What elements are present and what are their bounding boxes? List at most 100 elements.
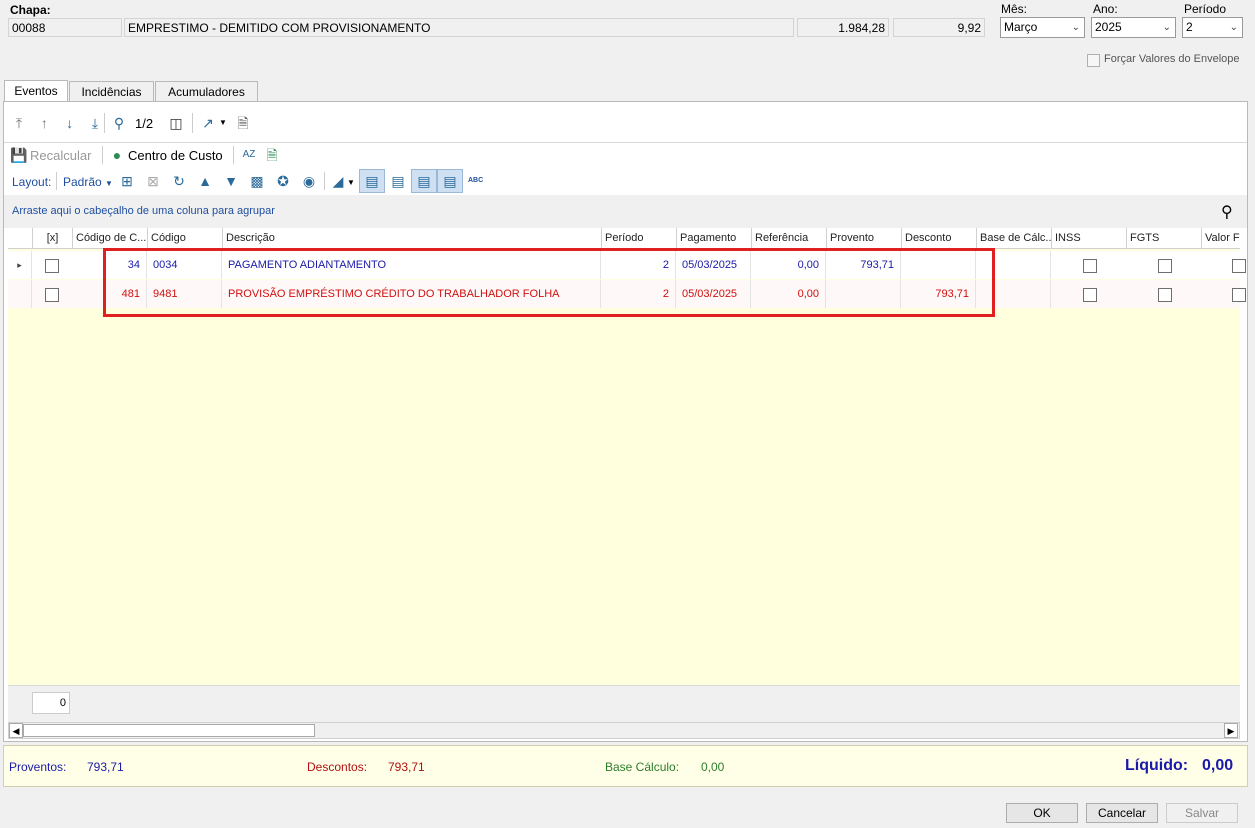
employee-name-field: EMPRESTIMO - DEMITIDO COM PROVISIONAMENT… xyxy=(124,18,794,37)
toolbar-divider xyxy=(104,113,105,133)
scroll-right-icon[interactable]: ▶ xyxy=(1224,723,1238,738)
toolbar-divider xyxy=(233,146,234,164)
layout-full-button[interactable]: ▤ xyxy=(437,169,463,193)
liquido-label: Líquido: xyxy=(1125,757,1189,774)
tab-incidencias[interactable]: Incidências xyxy=(69,81,154,102)
scrollbar-thumb[interactable] xyxy=(23,724,315,737)
descontos-label: Descontos: xyxy=(307,760,368,774)
toolbar-divider xyxy=(102,146,103,164)
tab-eventos[interactable]: Eventos xyxy=(4,80,68,102)
column-header-desconto[interactable]: Desconto xyxy=(901,228,976,248)
group-hint: Arraste aqui o cabeçalho de uma coluna p… xyxy=(12,205,275,217)
ano-label: Ano: xyxy=(1093,2,1118,16)
column-header-periodo[interactable]: Período xyxy=(601,228,676,248)
layout-bottom-button[interactable]: ▤ xyxy=(359,169,385,193)
row-select-checkbox[interactable] xyxy=(45,259,59,273)
move-down-icon[interactable]: ▼ xyxy=(222,172,240,190)
export-icon[interactable]: ↗ xyxy=(199,114,217,132)
search-icon[interactable]: ⚲ xyxy=(110,114,128,132)
value1-field: 1.984,28 xyxy=(797,18,889,37)
column-header-valor-fo[interactable]: Valor Fo xyxy=(1201,228,1240,248)
centro-custo-button[interactable]: Centro de Custo xyxy=(128,148,223,163)
columns-icon[interactable]: ◫ xyxy=(167,114,185,132)
column-header-referencia[interactable]: Referência xyxy=(751,228,826,248)
chapa-label: Chapa: xyxy=(10,3,51,17)
row-select-checkbox[interactable] xyxy=(45,288,59,302)
add-document-icon[interactable]: 🗎 xyxy=(263,146,281,164)
document-icon[interactable]: 🗎 xyxy=(234,114,252,132)
layout-top-button[interactable]: ▤ xyxy=(411,169,437,193)
pin-icon[interactable]: ✪ xyxy=(274,172,292,190)
grid-footer xyxy=(8,685,1240,723)
inss-checkbox[interactable] xyxy=(1083,259,1097,273)
refresh-icon[interactable]: ↻ xyxy=(170,172,188,190)
first-record-icon[interactable]: ⤒ xyxy=(10,114,28,132)
recalcular-button[interactable]: Recalcular xyxy=(30,148,91,163)
column-header-indicator xyxy=(8,228,32,248)
tab-acumuladores[interactable]: Acumuladores xyxy=(155,81,258,102)
sort-az-icon[interactable]: AZ xyxy=(240,146,258,164)
last-record-icon[interactable]: ⤓ xyxy=(86,114,104,132)
column-header-inss[interactable]: INSS xyxy=(1051,228,1126,248)
valor-fo-checkbox[interactable] xyxy=(1232,259,1246,273)
column-header-select[interactable]: [x] xyxy=(32,228,72,248)
abc-icon[interactable]: ABC xyxy=(468,177,483,184)
mes-label: Mês: xyxy=(1001,2,1028,16)
fgts-checkbox[interactable] xyxy=(1158,288,1172,302)
valor-fo-checkbox[interactable] xyxy=(1232,288,1246,302)
layout-top-icon: ▤ xyxy=(417,173,431,189)
column-header-base-calculo[interactable]: Base de Cálc... xyxy=(976,228,1051,248)
layout-select[interactable]: Padrão ▼ xyxy=(63,175,113,189)
toolbar-divider xyxy=(56,172,57,190)
chevron-down-icon: ⌄ xyxy=(1162,22,1171,33)
periodo-label: Período xyxy=(1184,2,1227,16)
cancel-button[interactable]: Cancelar xyxy=(1086,803,1158,823)
toolbar-separator xyxy=(4,142,1247,143)
ok-button[interactable]: OK xyxy=(1006,803,1078,823)
chevron-down-icon: ▼ xyxy=(105,179,113,188)
add-row-icon[interactable]: ⊞ xyxy=(118,172,136,190)
layout-value: Padrão xyxy=(63,175,102,189)
layout-label: Layout: xyxy=(12,175,52,189)
proventos-label: Proventos: xyxy=(9,760,67,774)
column-header-fgts[interactable]: FGTS xyxy=(1126,228,1201,248)
periodo-select[interactable]: 2 ⌄ xyxy=(1182,17,1243,38)
column-header-descricao[interactable]: Descrição xyxy=(222,228,601,248)
footer-count-field: 0 xyxy=(32,692,70,714)
paint-icon[interactable]: ▩ xyxy=(248,172,266,190)
layout-middle-icon[interactable]: ▤ xyxy=(389,172,407,190)
chevron-down-icon[interactable]: ▼ xyxy=(219,118,227,127)
chevron-down-icon: ⌄ xyxy=(1071,22,1080,33)
column-header-pagamento[interactable]: Pagamento xyxy=(676,228,751,248)
next-record-icon[interactable]: ↓ xyxy=(61,114,79,132)
periodo-value: 2 xyxy=(1186,20,1193,34)
chevron-down-icon[interactable]: ▼ xyxy=(347,178,355,187)
base-calculo-label: Base Cálculo: xyxy=(605,760,680,774)
search-icon[interactable]: ⚲ xyxy=(1221,202,1233,222)
shapes-icon[interactable]: ◉ xyxy=(300,172,318,190)
layout-full-icon: ▤ xyxy=(443,173,457,189)
toolbar-divider xyxy=(192,113,193,133)
chapa-code-field[interactable]: 00088 xyxy=(8,18,122,37)
mes-select[interactable]: Março ⌄ xyxy=(1000,17,1085,38)
globe-icon: ● xyxy=(112,147,122,163)
navigation-toolbar: ⤒ ↑ ↓ ⤓ xyxy=(10,114,104,132)
chart-icon[interactable]: ◢ xyxy=(329,172,347,190)
previous-record-icon[interactable]: ↑ xyxy=(35,114,53,132)
inss-checkbox[interactable] xyxy=(1083,288,1097,302)
column-header-provento[interactable]: Provento xyxy=(826,228,901,248)
value2-field: 9,92 xyxy=(893,18,985,37)
scroll-left-icon[interactable]: ◀ xyxy=(9,723,23,738)
save-button[interactable]: Salvar xyxy=(1166,803,1238,823)
save-disk-icon: 💾 xyxy=(10,147,28,163)
move-up-icon[interactable]: ▲ xyxy=(196,172,214,190)
column-header-codigo[interactable]: Código xyxy=(147,228,222,248)
column-header-codigo-c[interactable]: Código de C... xyxy=(72,228,147,248)
grid-header: [x] Código de C... Código Descrição Perí… xyxy=(8,228,1240,249)
proventos-value: 793,71 xyxy=(87,760,124,774)
fgts-checkbox[interactable] xyxy=(1158,259,1172,273)
liquido-value: 0,00 xyxy=(1202,757,1234,774)
chevron-down-icon: ⌄ xyxy=(1229,22,1238,33)
forcar-checkbox[interactable] xyxy=(1087,54,1100,67)
ano-select[interactable]: 2025 ⌄ xyxy=(1091,17,1176,38)
